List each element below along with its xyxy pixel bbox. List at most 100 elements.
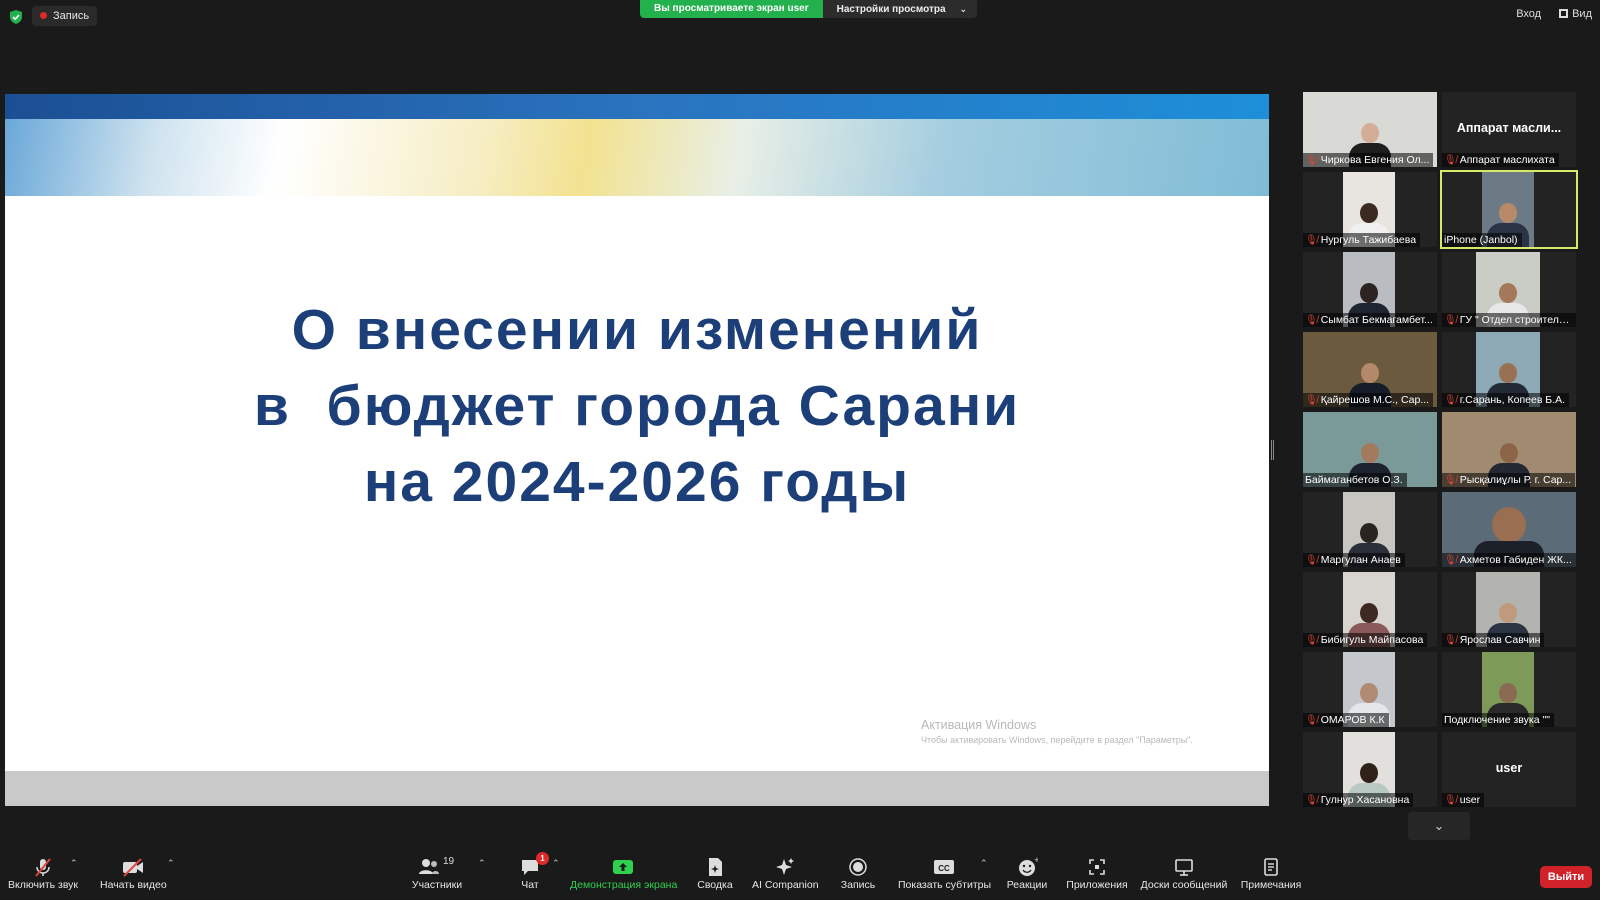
svg-text:CC: CC <box>938 864 950 873</box>
video-tile[interactable]: 🎙︎̸ Чиркова Евгения Ол... <box>1303 92 1437 167</box>
mic-muted-icon: 🎙︎̸ <box>1305 315 1318 326</box>
participant-big-name: user <box>1495 761 1523 775</box>
screen-share-banner: Вы просматриваете экран user Настройки п… <box>640 0 978 18</box>
mic-muted-icon: 🎙︎̸ <box>1444 795 1457 806</box>
mic-muted-icon: 🎙︎̸ <box>1305 395 1318 406</box>
video-tile[interactable]: 🎙︎̸ Сымбат Бекмагамбет... <box>1303 252 1437 327</box>
slide-title: О внесении изменений в бюджет города Сар… <box>5 292 1269 520</box>
view-button[interactable]: Вид <box>1559 8 1592 20</box>
summary-label: Сводка <box>697 879 733 891</box>
mic-muted-icon: 🎙︎̸ <box>1305 235 1318 246</box>
chat-button[interactable]: 1 Чат <box>510 852 550 891</box>
recording-indicator[interactable]: Запись <box>32 6 98 26</box>
video-tile[interactable]: 🎙︎̸ Қайрешов М.С., Сар... <box>1303 332 1437 407</box>
apps-icon <box>1089 859 1105 875</box>
video-tile[interactable]: Подключение звука "" <box>1442 652 1576 727</box>
svg-text:+: + <box>1034 856 1038 864</box>
participant-name: 🎙︎̸ Ахметов Габиден ЖК... <box>1442 553 1576 567</box>
mic-muted-icon: 🎙︎̸ <box>1444 555 1457 566</box>
gallery-scroll-down-button[interactable]: ⌄ <box>1408 812 1470 840</box>
participants-count: 19 <box>443 856 455 867</box>
record-button[interactable]: Запись <box>838 856 878 891</box>
mic-muted-icon: 🎙︎̸ <box>1305 155 1318 166</box>
ai-companion-label: AI Companion <box>752 879 819 891</box>
notes-button[interactable]: Примечания <box>1240 856 1302 891</box>
mic-muted-icon: 🎙︎̸ <box>1305 795 1318 806</box>
video-options-caret-icon[interactable]: ⌃ <box>167 858 175 869</box>
ai-sparkle-icon <box>776 858 794 875</box>
ai-companion-button[interactable]: AI Companion <box>752 856 819 891</box>
mic-muted-icon: 🎙︎̸ <box>1444 635 1457 646</box>
record-icon <box>849 858 867 876</box>
participant-name: 🎙︎̸ Сымбат Бекмагамбет... <box>1303 313 1437 327</box>
slide-title-line-1: О внесении изменений <box>291 298 983 362</box>
share-screen-label: Демонстрация экрана <box>570 879 678 891</box>
mic-muted-icon <box>35 858 51 877</box>
slide-bottom-strip <box>5 771 1269 806</box>
slide-title-line-3: на 2024-2026 годы <box>363 450 911 514</box>
shared-screen: О внесении изменений в бюджет города Сар… <box>5 94 1269 806</box>
mic-muted-icon: 🎙︎̸ <box>1444 475 1457 486</box>
mic-muted-icon: 🎙︎̸ <box>1444 315 1457 326</box>
video-tile-active-speaker[interactable]: iPhone (Janbol) <box>1440 170 1578 249</box>
video-tile[interactable]: Баймаганбетов О.З. <box>1303 412 1437 487</box>
view-options-dropdown[interactable]: Настройки просмотра ⌄ <box>822 0 978 18</box>
leave-meeting-button[interactable]: Выйти <box>1540 866 1592 888</box>
video-tile[interactable]: 🎙︎̸ Нургуль Тажибаева <box>1303 172 1437 247</box>
video-tile[interactable]: 🎙︎̸ Ярослав Савчин <box>1442 572 1576 647</box>
security-shield-icon[interactable] <box>8 9 24 25</box>
participants-button[interactable]: 19 Участники <box>408 856 466 891</box>
video-tile[interactable]: 🎙︎̸ Бибигуль Майпасова <box>1303 572 1437 647</box>
video-off-icon <box>123 858 143 877</box>
view-options-label: Настройки просмотра <box>836 4 946 15</box>
video-tile[interactable]: 🎙︎̸ ГУ " Отдел строитель... <box>1442 252 1576 327</box>
unmute-label: Включить звук <box>8 879 79 891</box>
closed-captions-icon: CC <box>934 860 954 874</box>
video-tile[interactable]: Аппарат масли... 🎙︎̸ Аппарат маслихата <box>1442 92 1576 167</box>
video-tile[interactable]: 🎙︎̸ Маргулан Анаев <box>1303 492 1437 567</box>
share-status: Вы просматриваете экран user <box>640 0 823 18</box>
summary-button[interactable]: Сводка <box>694 856 736 891</box>
mic-muted-icon: 🎙︎̸ <box>1305 635 1318 646</box>
signin-button[interactable]: Вход <box>1516 8 1541 20</box>
participants-caret-icon[interactable]: ⌃ <box>478 858 486 869</box>
captions-caret-icon[interactable]: ⌃ <box>980 858 988 869</box>
chevron-down-icon: ⌄ <box>959 4 968 14</box>
chat-icon: 1 <box>519 852 549 878</box>
participant-name: Баймаганбетов О.З. <box>1303 473 1407 487</box>
start-video-button[interactable]: Начать видео <box>100 856 167 891</box>
start-video-label: Начать видео <box>100 879 167 891</box>
slide-header-bar <box>5 94 1269 119</box>
windows-activation-watermark: Активация Windows Чтобы активировать Win… <box>921 718 1193 745</box>
participant-name: 🎙︎̸ Чиркова Евгения Ол... <box>1303 153 1434 167</box>
whiteboards-button[interactable]: Доски сообщений <box>1140 856 1228 891</box>
video-tile[interactable]: user 🎙︎̸ user <box>1442 732 1576 807</box>
mic-muted-icon: 🎙︎̸ <box>1444 395 1457 406</box>
whiteboards-label: Доски сообщений <box>1140 879 1228 891</box>
slide-decor-band <box>5 119 1269 196</box>
participant-name: 🎙︎̸ Ярослав Савчин <box>1442 633 1545 647</box>
apps-button[interactable]: Приложения <box>1066 856 1128 891</box>
split-resize-handle[interactable] <box>1271 440 1274 460</box>
participant-name: 🎙︎̸ Бибигуль Майпасова <box>1303 633 1428 647</box>
participant-name: 🎙︎̸ Рысқалиұлы Р. г. Сар... <box>1442 473 1576 487</box>
participant-name: 🎙︎̸ user <box>1442 793 1485 807</box>
participant-name: 🎙︎̸ Маргулан Анаев <box>1303 553 1405 567</box>
chat-caret-icon[interactable]: ⌃ <box>552 858 560 869</box>
audio-options-caret-icon[interactable]: ⌃ <box>70 858 78 869</box>
share-screen-button[interactable]: Демонстрация экрана <box>570 856 678 891</box>
reactions-emoji-icon: + <box>1019 856 1038 876</box>
video-tile[interactable]: 🎙︎̸ Гулнур Хасановна <box>1303 732 1437 807</box>
video-tile[interactable]: 🎙︎̸ ОМАРОВ К.К <box>1303 652 1437 727</box>
meeting-toolbar: Включить звук ⌃ Начать видео ⌃ 19 Участн… <box>0 850 1600 900</box>
participants-label: Участники <box>411 879 463 891</box>
windows-activation-hint: Чтобы активировать Windows, перейдите в … <box>921 735 1193 745</box>
reactions-button[interactable]: + Реакции <box>1006 856 1048 891</box>
video-tile[interactable]: 🎙︎̸ г.Сарань, Копеев Б.А. <box>1442 332 1576 407</box>
video-tile[interactable]: 🎙︎̸ Ахметов Габиден ЖК... <box>1442 492 1576 567</box>
captions-button[interactable]: CC Показать субтитры <box>898 856 991 891</box>
record-label: Запись <box>840 879 876 891</box>
unmute-button[interactable]: Включить звук <box>8 856 78 891</box>
participants-icon: 19 <box>417 856 457 878</box>
video-tile[interactable]: 🎙︎̸ Рысқалиұлы Р. г. Сар... <box>1442 412 1576 487</box>
